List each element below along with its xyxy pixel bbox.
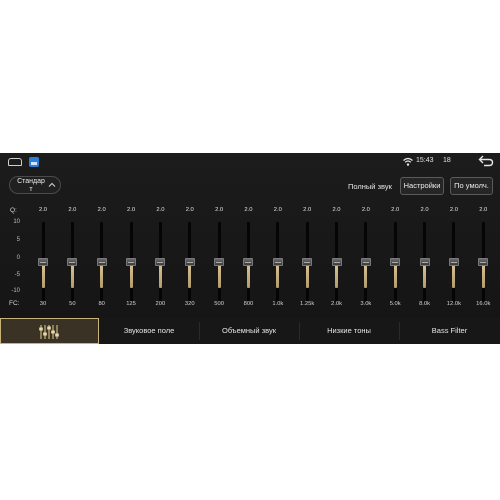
q-value[interactable]: 2.0 <box>33 207 53 213</box>
wifi-icon <box>403 157 413 166</box>
q-value[interactable]: 2.0 <box>444 207 464 213</box>
slider-knob[interactable] <box>67 258 78 266</box>
fc-value: 80 <box>98 301 105 307</box>
fc-value: 1.25k <box>300 301 315 307</box>
slider-knob[interactable] <box>272 258 283 266</box>
q-value[interactable]: 2.0 <box>121 207 141 213</box>
q-value[interactable]: 2.0 <box>92 207 112 213</box>
slider-knob[interactable] <box>214 258 225 266</box>
equalizer-screen: 15:43 18 Стандар т Полный звук Настройки… <box>0 153 500 344</box>
slider-knob[interactable] <box>96 258 107 266</box>
tab-bar: Звуковое поле Объемный звук Низкие тоны Bas… <box>0 318 500 344</box>
fc-value: 1.0k <box>272 301 284 307</box>
status-time: 15:43 <box>416 157 434 164</box>
home-icon[interactable] <box>8 158 22 166</box>
tab-bass-filter[interactable]: Bass Filter <box>399 318 500 344</box>
tab-equalizer[interactable] <box>0 318 99 344</box>
q-value[interactable]: 2.0 <box>473 207 493 213</box>
fc-value: 2.0k <box>331 301 342 307</box>
tab-surround[interactable]: Объемный звук <box>199 318 299 344</box>
q-value[interactable]: 2.0 <box>268 207 288 213</box>
chevron-up-icon <box>48 182 56 187</box>
q-value[interactable]: 2.0 <box>327 207 347 213</box>
scale-label: -5 <box>14 272 20 278</box>
q-value[interactable]: 2.0 <box>62 207 82 213</box>
default-button[interactable]: По умолч. <box>450 177 493 195</box>
fc-value: 800 <box>243 301 254 307</box>
slider-knob[interactable] <box>360 258 371 266</box>
tab-sound-field[interactable]: Звуковое поле <box>99 318 199 344</box>
fc-value: 500 <box>214 301 224 307</box>
fc-row-label: FC: <box>9 300 20 307</box>
preset-label: Стандар т <box>17 178 45 193</box>
slider-knob[interactable] <box>419 258 430 266</box>
fc-value: 3.0k <box>360 301 372 307</box>
fc-value: 5.0k <box>389 301 401 307</box>
tab-label: Низкие тоны <box>327 326 371 335</box>
scale-label: 0 <box>16 255 20 261</box>
q-value[interactable]: 2.0 <box>209 207 229 213</box>
slider-knob[interactable] <box>478 258 489 266</box>
fc-value: 8.0k <box>419 301 431 307</box>
tab-label: Звуковое поле <box>123 326 175 335</box>
q-value[interactable]: 2.0 <box>150 207 170 213</box>
q-value[interactable]: 2.0 <box>415 207 435 213</box>
back-icon[interactable] <box>478 155 494 167</box>
slider-knob[interactable] <box>331 258 342 266</box>
slider-knob[interactable] <box>155 258 166 266</box>
q-value[interactable]: 2.0 <box>180 207 200 213</box>
fc-value: 125 <box>126 301 136 307</box>
scale-label: 10 <box>13 219 20 225</box>
q-value[interactable]: 2.0 <box>238 207 258 213</box>
tab-label: Bass Filter <box>431 326 468 335</box>
fc-value: 30 <box>39 301 47 307</box>
status-volume: 18 <box>443 157 451 164</box>
fc-value: 50 <box>69 301 76 307</box>
slider-knob[interactable] <box>390 258 401 266</box>
app-icon[interactable] <box>29 157 39 167</box>
fc-value: 12.0k <box>446 301 461 307</box>
slider-knob[interactable] <box>38 258 48 266</box>
scale-label: -10 <box>11 288 20 294</box>
slider-knob[interactable] <box>448 258 459 266</box>
fc-value: 16.0k <box>476 301 491 307</box>
tab-bass[interactable]: Низкие тоны <box>299 318 399 344</box>
full-sound-label: Полный звук <box>348 182 392 191</box>
preset-select[interactable]: Стандар т <box>9 176 61 194</box>
equalizer-icon <box>39 325 59 339</box>
scale-label: 5 <box>16 237 20 243</box>
tab-label: Объемный звук <box>222 326 276 335</box>
settings-button[interactable]: Настройки <box>400 177 444 195</box>
status-bar: 15:43 18 <box>0 153 500 171</box>
slider-knob[interactable] <box>184 258 195 266</box>
slider-knob[interactable] <box>126 258 137 266</box>
slider-knob[interactable] <box>243 258 254 266</box>
q-value[interactable]: 2.0 <box>297 207 317 213</box>
q-row-label: Q: <box>10 207 17 214</box>
fc-value: 200 <box>155 301 166 307</box>
q-value[interactable]: 2.0 <box>385 207 405 213</box>
fc-value: 320 <box>184 301 195 307</box>
slider-knob[interactable] <box>302 258 313 266</box>
q-value[interactable]: 2.0 <box>356 207 376 213</box>
